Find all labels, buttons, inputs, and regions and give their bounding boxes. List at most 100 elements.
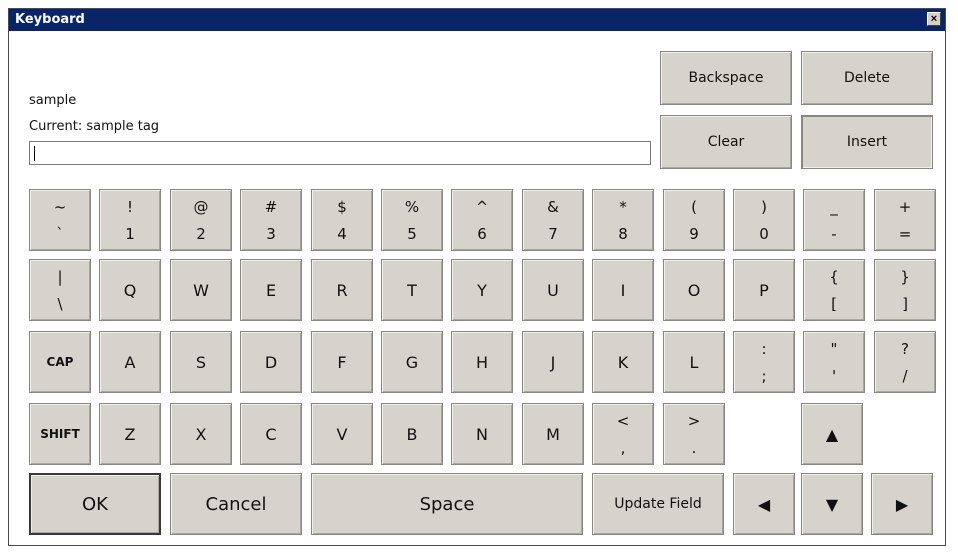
key-i[interactable]: I xyxy=(592,259,654,321)
key-shift-symbol: % xyxy=(404,198,420,216)
clear-button[interactable]: Clear xyxy=(660,115,792,169)
key-f[interactable]: F xyxy=(311,331,373,393)
insert-toggle[interactable]: Insert xyxy=(801,115,933,169)
key-row1-2[interactable]: @2 xyxy=(170,189,232,251)
key-base-symbol: 0 xyxy=(759,225,769,243)
space-label: Space xyxy=(419,493,475,515)
key-row2-0[interactable]: | \ xyxy=(29,259,91,321)
key-p[interactable]: P xyxy=(733,259,795,321)
key-label: T xyxy=(407,280,417,300)
arrow-left-icon: ◀ xyxy=(757,494,771,514)
key-x[interactable]: X xyxy=(170,403,232,465)
key-shift-symbol: _ xyxy=(830,198,838,216)
key-base-symbol: 8 xyxy=(618,225,628,243)
key-row1-9[interactable]: (9 xyxy=(663,189,725,251)
key-shift-symbol: + xyxy=(898,198,912,216)
key-base-symbol: ] xyxy=(902,295,908,313)
update-field-button[interactable]: Update Field xyxy=(592,473,724,535)
key-cap[interactable]: CAP xyxy=(29,331,91,393)
key-shift-symbol: @ xyxy=(193,198,209,216)
key-w[interactable]: W xyxy=(170,259,232,321)
key-e[interactable]: E xyxy=(240,259,302,321)
key-row1-0[interactable]: ~ ` xyxy=(29,189,91,251)
arrow-down-button[interactable]: ▼ xyxy=(801,473,863,535)
key-row3-12[interactable]: ? / xyxy=(874,331,936,393)
key-row1-5[interactable]: % 5 xyxy=(381,189,443,251)
key-h[interactable]: H xyxy=(451,331,513,393)
key-label: K xyxy=(617,352,629,372)
ok-button[interactable]: OK xyxy=(29,473,161,535)
key-row2-11[interactable]: {[ xyxy=(803,259,865,321)
key-row3-10[interactable]: :; xyxy=(733,331,795,393)
key-s[interactable]: S xyxy=(170,331,232,393)
key-v[interactable]: V xyxy=(311,403,373,465)
key-shift-symbol: ( xyxy=(691,198,697,216)
key-u[interactable]: U xyxy=(522,259,584,321)
field-name-label: sample xyxy=(29,93,77,108)
current-value-label: Current: sample tag xyxy=(29,119,160,134)
ok-label: OK xyxy=(82,493,108,515)
cancel-button[interactable]: Cancel xyxy=(170,473,302,535)
key-b[interactable]: B xyxy=(381,403,443,465)
key-row4-8[interactable]: <, xyxy=(592,403,654,465)
key-c[interactable]: C xyxy=(240,403,302,465)
key-o[interactable]: O xyxy=(663,259,725,321)
key-row1-1[interactable]: ! 1 xyxy=(99,189,161,251)
key-label: Z xyxy=(124,424,136,444)
delete-button[interactable]: Delete xyxy=(801,51,933,105)
key-y[interactable]: Y xyxy=(451,259,513,321)
key-shift-symbol: # xyxy=(264,198,278,216)
key-shift-symbol: ) xyxy=(761,198,767,216)
arrow-up-button[interactable]: ▲ xyxy=(801,403,863,465)
key-label: H xyxy=(475,352,489,372)
key-label: S xyxy=(195,352,207,372)
key-a[interactable]: A xyxy=(99,331,161,393)
close-icon[interactable]: × xyxy=(927,12,941,26)
key-z[interactable]: Z xyxy=(99,403,161,465)
key-q[interactable]: Q xyxy=(99,259,161,321)
arrow-left-button[interactable]: ◀ xyxy=(733,473,795,535)
key-d[interactable]: D xyxy=(240,331,302,393)
cancel-label: Cancel xyxy=(205,493,267,515)
key-shift-symbol: $ xyxy=(337,198,347,216)
key-row1-11[interactable]: _ - xyxy=(803,189,865,251)
key-label: I xyxy=(620,280,626,300)
key-base-symbol: 3 xyxy=(266,225,276,243)
key-shift-symbol: ! xyxy=(126,198,133,216)
key-l[interactable]: L xyxy=(663,331,725,393)
key-row3-11[interactable]: " ' xyxy=(803,331,865,393)
key-shift-symbol: < xyxy=(616,412,630,430)
key-n[interactable]: N xyxy=(451,403,513,465)
key-base-symbol: ` xyxy=(56,225,64,243)
arrow-right-button[interactable]: ▶ xyxy=(871,473,933,535)
key-row1-7[interactable]: & 7 xyxy=(522,189,584,251)
backspace-button[interactable]: Backspace xyxy=(660,51,792,105)
key-r[interactable]: R xyxy=(311,259,373,321)
key-row1-4[interactable]: $4 xyxy=(311,189,373,251)
key-base-symbol: 5 xyxy=(407,225,417,243)
text-entry-field[interactable] xyxy=(29,141,651,165)
key-shift-symbol: & xyxy=(547,198,559,216)
key-m[interactable]: M xyxy=(522,403,584,465)
update-field-label: Update Field xyxy=(614,496,702,512)
key-shift-symbol: : xyxy=(761,340,767,358)
key-j[interactable]: J xyxy=(522,331,584,393)
key-k[interactable]: K xyxy=(592,331,654,393)
key-row2-12[interactable]: }] xyxy=(874,259,936,321)
key-row1-3[interactable]: #3 xyxy=(240,189,302,251)
key-row4-9[interactable]: >. xyxy=(663,403,725,465)
key-row1-10[interactable]: ) 0 xyxy=(733,189,795,251)
key-shift-symbol: ~ xyxy=(53,198,67,216)
space-button[interactable]: Space xyxy=(311,473,583,535)
key-label: P xyxy=(759,280,769,300)
key-g[interactable]: G xyxy=(381,331,443,393)
key-t[interactable]: T xyxy=(381,259,443,321)
key-shift-symbol: ^ xyxy=(475,198,489,216)
delete-label: Delete xyxy=(844,70,890,86)
key-base-symbol: . xyxy=(691,439,697,457)
key-row1-6[interactable]: ^ 6 xyxy=(451,189,513,251)
key-base-symbol: 4 xyxy=(337,225,347,243)
key-row1-8[interactable]: * 8 xyxy=(592,189,654,251)
key-row1-12[interactable]: + = xyxy=(874,189,936,251)
key-shift[interactable]: SHIFT xyxy=(29,403,91,465)
